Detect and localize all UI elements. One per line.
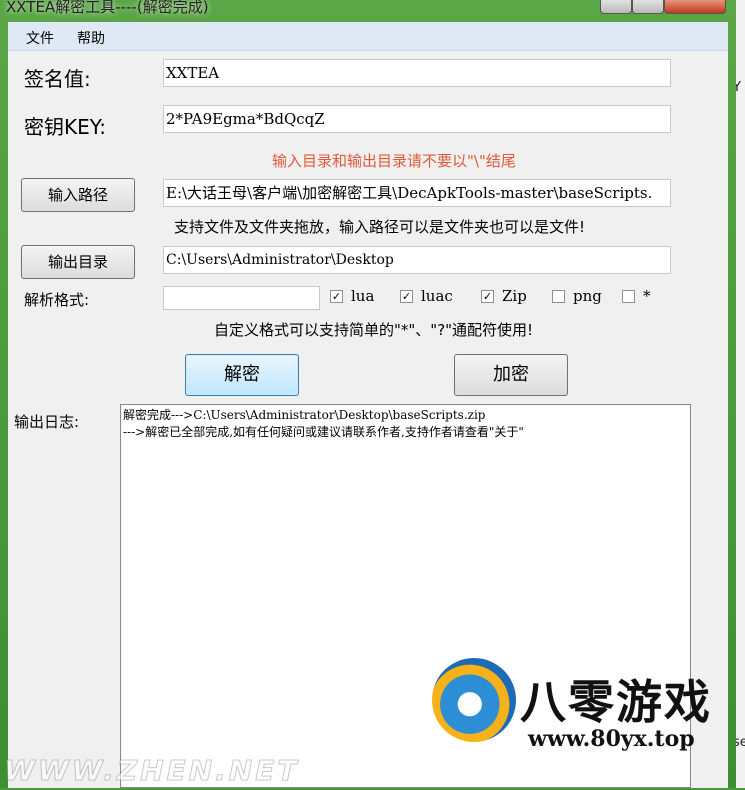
key-input[interactable]: 2*PA9Egma*BdQcqZ [163, 105, 671, 133]
brand-watermark: 八零游戏 www.80yx.top [428, 642, 728, 790]
client-area: 文件 帮助 签名值: XXTEA 密钥KEY: 2*PA9Egma*BdQcqZ… [8, 22, 728, 788]
brand-url: www.80yx.top [528, 726, 695, 752]
drag-drop-hint: 支持文件及文件夹拖放，输入路径可以是文件夹也可以是文件! [174, 218, 586, 236]
log-label: 输出日志: [14, 413, 80, 431]
minimize-button[interactable] [600, 0, 632, 14]
format-checkbox-zip[interactable]: ✓ [481, 290, 494, 303]
format-checkbox-luac[interactable]: ✓ [400, 290, 413, 303]
format-checkbox-label: Zip [502, 287, 527, 305]
format-checkbox-label: lua [351, 287, 375, 305]
title-bar[interactable]: XXTEA解密工具----(解密完成) [0, 0, 736, 20]
log-line: 解密完成--->C:\Users\Administrator\Desktop\b… [123, 408, 486, 422]
format-label: 解析格式: [24, 291, 90, 309]
format-input[interactable] [163, 286, 320, 310]
brand-logo-icon [432, 658, 516, 742]
format-checkbox-label: png [573, 287, 602, 305]
format-checkbox-wildcard[interactable] [622, 290, 635, 303]
format-checkbox-lua[interactable]: ✓ [330, 290, 343, 303]
key-label: 密钥KEY: [24, 115, 107, 139]
format-checkbox-png[interactable] [552, 290, 565, 303]
wildcard-hint: 自定义格式可以支持简单的"*"、"?"通配符使用! [214, 321, 534, 339]
input-path-button[interactable]: 输入路径 [21, 178, 135, 212]
menu-help[interactable]: 帮助 [77, 28, 105, 48]
window-title: XXTEA解密工具----(解密完成) [6, 0, 209, 16]
sign-input[interactable]: XXTEA [163, 59, 671, 87]
close-button[interactable] [664, 0, 726, 14]
menu-file[interactable]: 文件 [26, 28, 54, 48]
menu-bar: 文件 帮助 [8, 22, 728, 51]
path-warning: 输入目录和输出目录请不要以"\"结尾 [272, 152, 516, 170]
format-checkbox-label: * [643, 287, 651, 305]
app-window: XXTEA解密工具----(解密完成) 文件 帮助 签名值: XXTEA 密钥K… [0, 0, 736, 788]
decrypt-button[interactable]: 解密 [185, 354, 299, 396]
site-watermark: WWW.ZHEN.NET [3, 754, 300, 788]
brand-title: 八零游戏 [520, 675, 712, 729]
maximize-button[interactable] [632, 0, 664, 14]
encrypt-button[interactable]: 加密 [454, 354, 568, 396]
input-path-field[interactable]: E:\大话王母\客户端\加密解密工具\DecApkTools-master\ba… [163, 179, 671, 207]
log-line: --->解密已全部完成,如有任何疑问或建议请联系作者,支持作者请查看"关于" [123, 425, 524, 439]
sign-label: 签名值: [24, 67, 91, 91]
output-dir-field[interactable]: C:\Users\Administrator\Desktop [163, 246, 671, 274]
output-dir-button[interactable]: 输出目录 [21, 245, 135, 279]
format-checkbox-label: luac [421, 287, 453, 305]
